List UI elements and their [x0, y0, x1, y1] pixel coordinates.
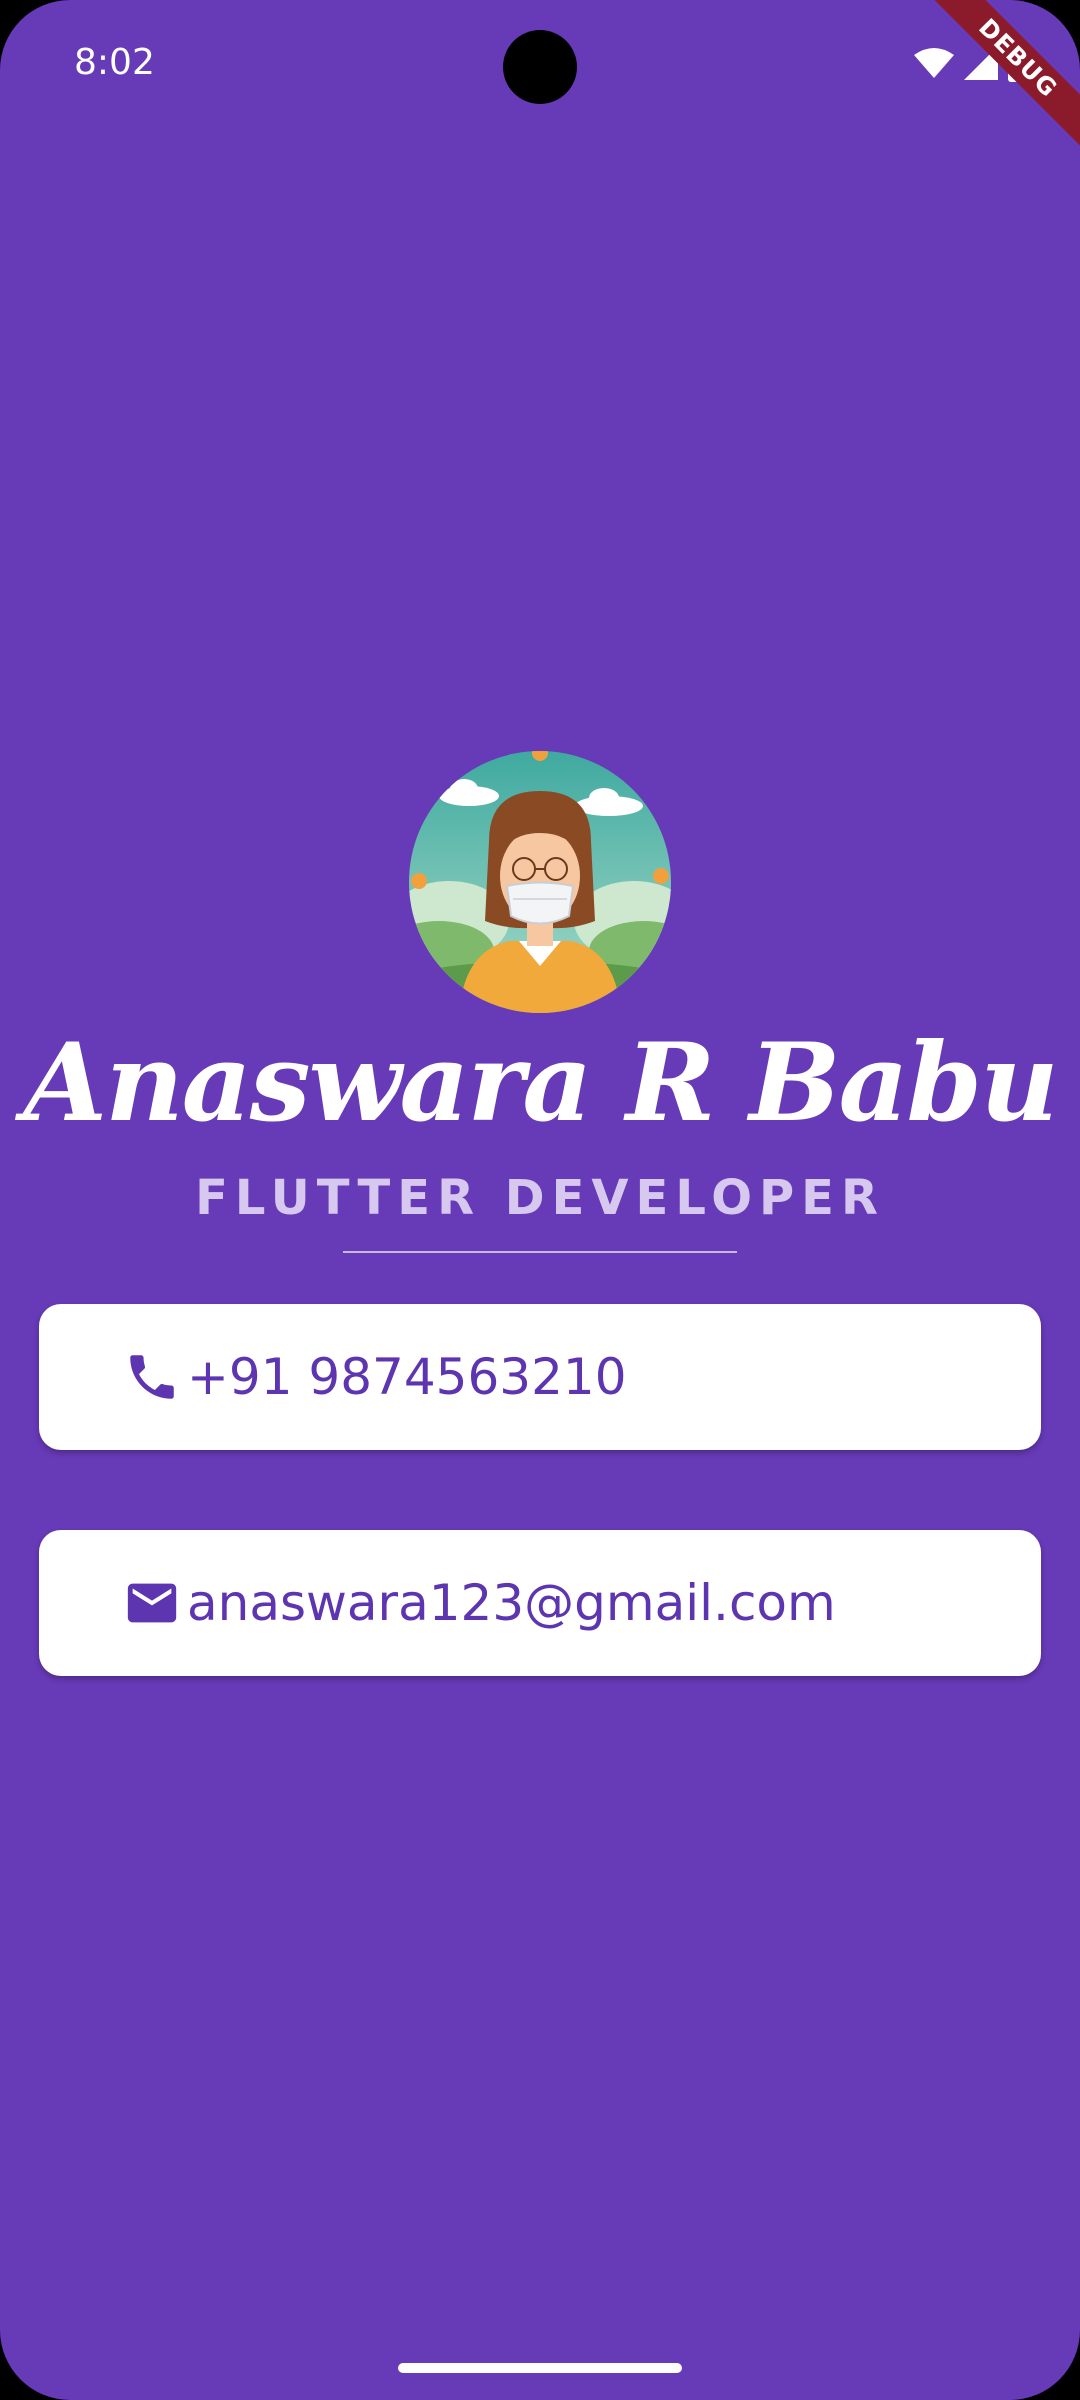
status-time: 8:02 [74, 42, 155, 83]
avatar [409, 751, 671, 1013]
mail-icon [127, 1583, 177, 1623]
divider [343, 1251, 737, 1253]
phone-icon [130, 1355, 174, 1399]
avatar-illustration [409, 751, 671, 1013]
camera-cutout [503, 30, 577, 104]
wifi-icon [914, 48, 954, 78]
phone-card[interactable]: +91 9874563210 [39, 1304, 1041, 1450]
email-card[interactable]: anaswara123@gmail.com [39, 1530, 1041, 1676]
profile-name: Anaswara R Babu [23, 1020, 1058, 1146]
status-bar: 8:02 DEBUG [0, 0, 1080, 156]
profile-role: FLUTTER DEVELOPER [195, 1170, 885, 1226]
home-indicator[interactable] [398, 2363, 682, 2373]
app-screen: 8:02 DEBUG Anaswara R Babu FLUTTER DEVEL… [0, 0, 1080, 2400]
phone-number: +91 9874563210 [187, 1348, 627, 1406]
email-address: anaswara123@gmail.com [187, 1574, 836, 1632]
